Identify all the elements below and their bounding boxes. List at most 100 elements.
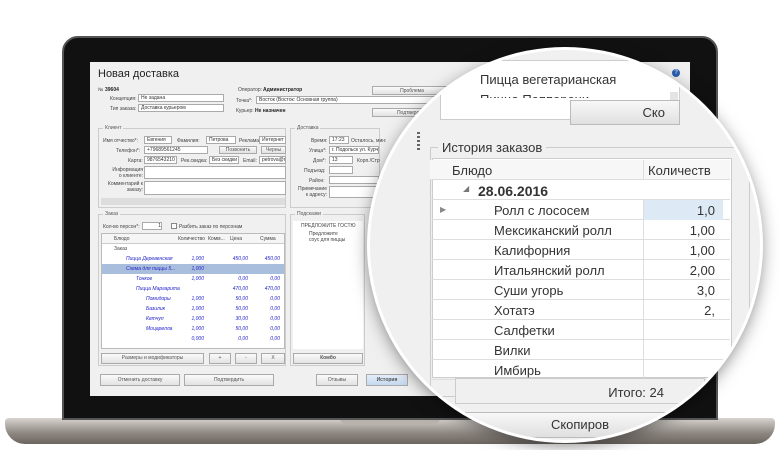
history-date: 28.06.2016: [478, 183, 549, 199]
order-history-title: История заказов: [438, 140, 547, 155]
order-row[interactable]: Пицца Деревенская 1,000 450,00 450,00: [102, 254, 284, 264]
qty: 1,000: [191, 326, 204, 332]
col-qty: Количество: [178, 236, 205, 242]
split-checkbox[interactable]: [171, 223, 177, 229]
sizes-modifiers-button[interactable]: Размеры и модификаторы: [101, 353, 204, 364]
history-dish: Суши угорь: [494, 283, 564, 298]
history-row[interactable]: Итальянский ролл 2,00: [430, 260, 730, 280]
ad-field[interactable]: Интернет: [259, 136, 286, 144]
address-note-label: Примечание к адресу:: [298, 186, 327, 198]
price: 450,00: [232, 256, 248, 262]
sum: 450,00: [264, 256, 280, 262]
client-group-title: Клиент: [103, 125, 124, 131]
hint-item[interactable]: Предложите соус для пиццы: [309, 231, 349, 243]
order-number: 39604: [105, 87, 119, 93]
cancel-delivery-button[interactable]: Отменить доставку: [100, 374, 180, 386]
history-dish: Мексиканский ролл: [494, 223, 612, 238]
dish-name: Базилик: [146, 306, 165, 312]
phone-field[interactable]: +79689561245: [144, 146, 208, 154]
order-row[interactable]: 0,000 0,00 0,00: [102, 334, 284, 344]
history-date-row[interactable]: ◢ 28.06.2016: [430, 180, 730, 200]
plus-button[interactable]: +: [209, 353, 231, 364]
history-row[interactable]: Ролл с лососем 1,0: [430, 200, 730, 220]
ad-label: Реклама:: [239, 138, 261, 144]
price: 470,00: [232, 286, 248, 292]
hints-tree: ПРЕДЛОЖИТЕ ГОСТЮ Предложите соус для пиц…: [293, 221, 363, 349]
history-dish: Калифорния: [494, 243, 571, 258]
window-title: Новая доставка: [98, 68, 179, 80]
history-row[interactable]: Вилки: [430, 340, 730, 360]
product-item[interactable]: Пицца вегетарианская: [480, 72, 616, 87]
surname-field[interactable]: Петрова: [206, 136, 236, 144]
house-field[interactable]: 13: [329, 156, 353, 164]
history-dish: Вилки: [494, 343, 531, 358]
point-label: Точка*:: [236, 98, 253, 104]
sum: 470,00: [264, 286, 280, 292]
price: 50,00: [235, 296, 248, 302]
courier-name: Не назначен: [255, 108, 286, 114]
client-info-field[interactable]: [144, 166, 286, 179]
history-row[interactable]: Имбирь: [430, 360, 730, 380]
horizontal-scrollbar[interactable]: [101, 198, 285, 205]
blacklist-button[interactable]: Черны: [261, 146, 286, 154]
time-field[interactable]: 17:23: [329, 136, 349, 144]
col-price: Цена: [230, 236, 243, 242]
sum: 0,00: [270, 306, 280, 312]
dish-name: Схема для пиццы 5...: [126, 266, 176, 272]
surname-label: Фамилия:: [177, 138, 200, 144]
order-row[interactable]: Помидоры 1,000 50,00 0,00: [102, 294, 284, 304]
history-row[interactable]: Хотатэ 2,: [430, 300, 730, 320]
call-button[interactable]: Позвонить: [219, 146, 257, 154]
name-field[interactable]: Евгения: [144, 136, 172, 144]
qty: 1,000: [191, 276, 204, 282]
splitter-grip-icon[interactable]: [417, 132, 420, 152]
order-row[interactable]: Моцарелла 1,000 50,00 0,00: [102, 324, 284, 334]
name-label: Имя отчество*:: [103, 138, 138, 144]
sum: 0,00: [270, 326, 280, 332]
col-sum: Сумма: [260, 236, 276, 242]
history-row[interactable]: Суши угорь 3,0: [430, 280, 730, 300]
history-qty: [643, 340, 723, 360]
comment-field[interactable]: [144, 181, 286, 195]
delete-button[interactable]: X: [261, 353, 285, 364]
concept-select[interactable]: Не задана: [138, 94, 224, 102]
history-dish: Салфетки: [494, 323, 555, 338]
courier-label: Курьер:: [236, 108, 254, 114]
sum: 0,00: [270, 276, 280, 282]
persons-label: Кол-во персон*:: [103, 224, 140, 230]
qty: 1,000: [191, 306, 204, 312]
combo-button[interactable]: Комбо: [293, 353, 363, 364]
history-dish: Имбирь: [494, 363, 541, 378]
order-row[interactable]: Кетчуп 1,000 30,00 0,00: [102, 314, 284, 324]
minus-button[interactable]: -: [235, 353, 257, 364]
history-qty: 1,00: [643, 240, 723, 260]
order-row[interactable]: Тонкое 1,000 0,00 0,00: [102, 274, 284, 284]
confirm-button[interactable]: Подтвердить: [184, 374, 274, 386]
history-row[interactable]: Мексиканский ролл 1,00: [430, 220, 730, 240]
street-label: Улица*:: [309, 148, 327, 154]
reviews-button[interactable]: Отзывы: [316, 374, 358, 386]
order-row[interactable]: Базилик 1,000 50,00 0,00: [102, 304, 284, 314]
entrance-field[interactable]: [329, 166, 353, 174]
history-qty: [643, 360, 723, 380]
email-field[interactable]: petrova@m: [259, 156, 286, 164]
card-field[interactable]: 9876543210: [144, 156, 177, 164]
history-row[interactable]: Салфетки: [430, 320, 730, 340]
order-type-select[interactable]: Доставка курьером: [138, 104, 224, 112]
qty: 1,000: [191, 256, 204, 262]
order-row[interactable]: Пицца Маргарита 470,00 470,00: [102, 284, 284, 294]
info-label: Информация о клиенте:: [112, 167, 143, 179]
hint-root[interactable]: ПРЕДЛОЖИТЕ ГОСТЮ: [301, 223, 356, 229]
price: 50,00: [235, 306, 248, 312]
order-row[interactable]: Схема для пиццы 5... 1,000: [102, 264, 284, 274]
persons-stepper[interactable]: 1: [142, 222, 162, 230]
collapse-icon[interactable]: ◢: [463, 184, 469, 193]
client-group: Клиент Имя отчество*: Евгения Фамилия: П…: [98, 125, 286, 208]
history-row[interactable]: Калифорния 1,00: [430, 240, 730, 260]
copy-button[interactable]: Скопиров: [455, 412, 705, 438]
email-label: Email:: [243, 158, 257, 164]
col-comment: Комм...: [208, 236, 225, 242]
discount-field[interactable]: Без скидки: [209, 156, 239, 164]
skip-button[interactable]: Ско: [570, 100, 680, 125]
order-row[interactable]: Заказ: [102, 244, 284, 254]
